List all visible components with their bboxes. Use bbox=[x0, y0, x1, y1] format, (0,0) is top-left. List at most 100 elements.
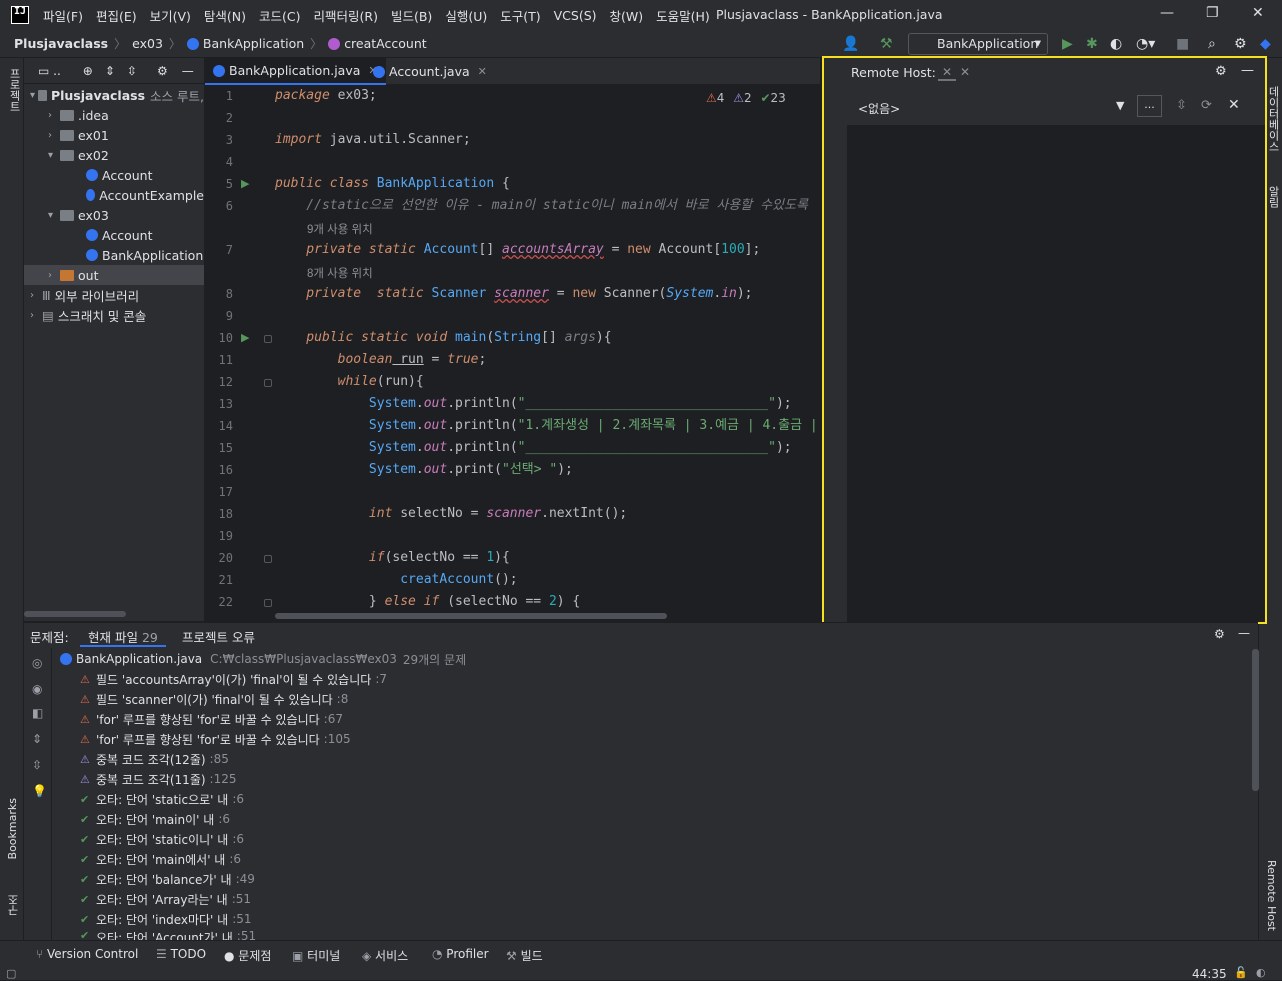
tool-version-control[interactable]: ⑂ Version Control bbox=[36, 947, 138, 961]
tree-item-bank-application[interactable]: BankApplication bbox=[24, 245, 204, 265]
breadcrumb-class[interactable]: BankApplication bbox=[203, 36, 304, 51]
fold-icon[interactable] bbox=[264, 335, 272, 343]
hide-remote-panel-icon[interactable]: — bbox=[1241, 63, 1254, 78]
menu-build[interactable]: 빌드(B) bbox=[391, 6, 432, 25]
problems-file-node[interactable]: BankApplication.java C:₩class₩Plusjavacl… bbox=[60, 649, 466, 669]
tool-todo[interactable]: ☰ TODO bbox=[156, 947, 206, 961]
fold-icon[interactable] bbox=[264, 555, 272, 563]
problem-item[interactable]: ✔ 오타: 단어 'main이' 내:6 bbox=[80, 809, 230, 829]
notifications-tool-window-button[interactable]: 알림 bbox=[1265, 186, 1281, 208]
problem-item[interactable]: ⚠ 중복 코드 조각(12줄):85 bbox=[80, 749, 229, 769]
project-view-icon[interactable]: ▭ .. bbox=[38, 64, 61, 78]
hide-panel-icon[interactable]: — bbox=[182, 64, 194, 78]
problem-item[interactable]: ✔ 오타: 단어 'Array라는' 내:51 bbox=[80, 889, 251, 909]
menu-navigate[interactable]: 탐색(N) bbox=[204, 6, 246, 25]
collapse-icon[interactable]: ⇳ bbox=[1176, 98, 1187, 113]
menu-run[interactable]: 실행(U) bbox=[445, 6, 487, 25]
remote-host-select[interactable]: <없음> bbox=[858, 100, 900, 117]
toggle-tool-windows-icon[interactable]: ▢ bbox=[6, 967, 16, 980]
menu-edit[interactable]: 편집(E) bbox=[96, 6, 137, 25]
preview-icon[interactable]: ◧ bbox=[32, 706, 43, 720]
problem-item[interactable]: ⚠ 필드 'accountsArray'이(가) 'final'이 될 수 있습니… bbox=[80, 669, 387, 689]
menu-refactor[interactable]: 리팩터링(R) bbox=[314, 6, 378, 25]
problem-item[interactable]: ⚠ 중복 코드 조각(11줄):125 bbox=[80, 769, 237, 789]
editor-horizontal-scrollbar[interactable] bbox=[275, 613, 667, 619]
database-tool-window-button[interactable]: 데이터베이스 bbox=[1265, 86, 1281, 152]
problem-item[interactable]: ✔ 오타: 단어 'balance가' 내:49 bbox=[80, 869, 255, 889]
collapse-all-icon[interactable]: ⇳ bbox=[32, 758, 42, 772]
minimize-icon[interactable]: — bbox=[1160, 5, 1174, 21]
menu-window[interactable]: 창(W) bbox=[610, 6, 644, 25]
caret-position[interactable]: 44:35 bbox=[1192, 967, 1227, 981]
fold-icon[interactable] bbox=[264, 599, 272, 607]
problem-item[interactable]: ⚠ 'for' 루프를 향상된 'for'로 바꿀 수 있습니다:105 bbox=[80, 729, 351, 749]
tree-item-ex01[interactable]: › ex01 bbox=[24, 125, 204, 145]
fold-icon[interactable] bbox=[264, 379, 272, 387]
search-icon[interactable]: ⌕ bbox=[1208, 36, 1216, 52]
usage-hint[interactable]: 9개 사용 위치 bbox=[307, 221, 373, 237]
usage-hint[interactable]: 8개 사용 위치 bbox=[307, 265, 373, 281]
close-window-icon[interactable]: ✕ bbox=[1252, 5, 1264, 21]
run-class-gutter-icon[interactable]: ▶ bbox=[241, 177, 249, 190]
menu-help[interactable]: 도움말(H) bbox=[656, 6, 710, 25]
close-tab-icon[interactable]: ✕ bbox=[478, 65, 487, 78]
problem-item[interactable]: ⚠ 'for' 루프를 향상된 'for'로 바꿀 수 있습니다:67 bbox=[80, 709, 343, 729]
problem-item[interactable]: ✔ 오타: 단어 'main에서' 내:6 bbox=[80, 849, 241, 869]
tree-item-external-libraries[interactable]: › Ⅲ 외부 라이브러리 bbox=[24, 285, 204, 305]
close-remote-tab-icon[interactable]: ✕ bbox=[938, 65, 957, 81]
tree-item-ex02-account[interactable]: Account bbox=[24, 165, 204, 185]
tool-terminal[interactable]: ▣ 터미널 bbox=[292, 947, 340, 964]
disconnect-close-icon[interactable]: ✕ bbox=[1228, 97, 1240, 113]
tab-current-file[interactable]: 현재 파일 29 bbox=[80, 627, 166, 647]
tab-bank-application[interactable]: BankApplication.java ✕ bbox=[205, 58, 386, 85]
close-panel-icon[interactable]: ✕ bbox=[960, 65, 970, 79]
browse-button[interactable]: ... bbox=[1137, 95, 1162, 117]
settings-gear-icon[interactable]: ⚙ bbox=[1234, 36, 1247, 52]
collapse-all-icon[interactable]: ⇳ bbox=[127, 64, 137, 78]
breadcrumb-package[interactable]: ex03 bbox=[132, 36, 163, 51]
remote-settings-gear-icon[interactable]: ⚙ bbox=[1215, 64, 1227, 79]
tool-services[interactable]: ◈ 서비스 bbox=[362, 947, 408, 964]
bookmarks-tool-window-button[interactable]: Bookmarks bbox=[6, 798, 19, 859]
run-configuration-select[interactable]: BankApplication ▾ bbox=[908, 33, 1048, 55]
menu-view[interactable]: 보기(V) bbox=[150, 6, 191, 25]
locate-file-icon[interactable]: ⊕ bbox=[83, 64, 93, 78]
tool-build[interactable]: ⚒ 빌드 bbox=[506, 947, 543, 964]
tree-item-idea[interactable]: › .idea bbox=[24, 105, 204, 125]
tree-item-ex02[interactable]: ▾ ex02 bbox=[24, 145, 204, 165]
auto-scroll-icon[interactable]: ◎ bbox=[32, 656, 42, 670]
breadcrumb-project[interactable]: Plusjavaclass bbox=[14, 36, 108, 51]
run-icon[interactable]: ▶ bbox=[1062, 36, 1073, 52]
structure-tool-window-button[interactable]: 구조 bbox=[6, 894, 22, 916]
expand-all-icon[interactable]: ⇕ bbox=[32, 732, 42, 746]
problems-vertical-scrollbar[interactable] bbox=[1252, 649, 1259, 791]
menu-file[interactable]: 파일(F) bbox=[43, 6, 83, 25]
memory-indicator-icon[interactable]: ◐ bbox=[1256, 966, 1266, 979]
show-options-eye-icon[interactable]: ◉ bbox=[32, 682, 42, 696]
tree-item-account-example[interactable]: AccountExample bbox=[24, 185, 204, 205]
debug-icon[interactable]: ✱ bbox=[1086, 36, 1098, 52]
expand-all-icon[interactable]: ⇕ bbox=[105, 64, 115, 78]
jetbrains-ai-icon[interactable]: ◆ bbox=[1260, 36, 1271, 52]
tool-profiler[interactable]: ◔ Profiler bbox=[432, 947, 489, 961]
problem-item[interactable]: ✔ 오타: 단어 'static이니' 내:6 bbox=[80, 829, 244, 849]
run-main-gutter-icon[interactable]: ▶ bbox=[241, 331, 249, 344]
profile-icon[interactable]: ◔▾ bbox=[1136, 36, 1155, 52]
chevron-down-icon[interactable]: ▼ bbox=[1116, 99, 1124, 112]
refresh-icon[interactable]: ⟳ bbox=[1201, 98, 1212, 113]
tree-item-ex03-account[interactable]: Account bbox=[24, 225, 204, 245]
tree-item-scratches[interactable]: › ▤ 스크래치 및 콘솔 bbox=[24, 305, 204, 325]
project-tool-window-button[interactable]: 프로젝트 bbox=[6, 68, 22, 112]
breadcrumb-method[interactable]: creatAccount bbox=[344, 36, 426, 51]
project-settings-gear-icon[interactable]: ⚙ bbox=[157, 64, 168, 78]
menu-code[interactable]: 코드(C) bbox=[259, 6, 300, 25]
menu-tools[interactable]: 도구(T) bbox=[500, 6, 540, 25]
code-editor[interactable]: 1 2 3 4 5 6 7 8 9 10 11 12 13 14 15 16 1… bbox=[205, 85, 820, 621]
remote-host-tool-window-button[interactable]: Remote Host bbox=[1265, 860, 1278, 931]
problem-item[interactable]: ✔ 오타: 단어 'static으로' 내:6 bbox=[80, 789, 244, 809]
hide-problems-panel-icon[interactable]: — bbox=[1238, 626, 1250, 640]
user-icon[interactable]: 👤 bbox=[842, 36, 859, 52]
lock-icon[interactable]: 🔓 bbox=[1234, 966, 1248, 979]
inspection-widget[interactable]: ⚠4 ⚠2 ✔23 bbox=[706, 91, 786, 105]
menu-vcs[interactable]: VCS(S) bbox=[554, 8, 597, 23]
